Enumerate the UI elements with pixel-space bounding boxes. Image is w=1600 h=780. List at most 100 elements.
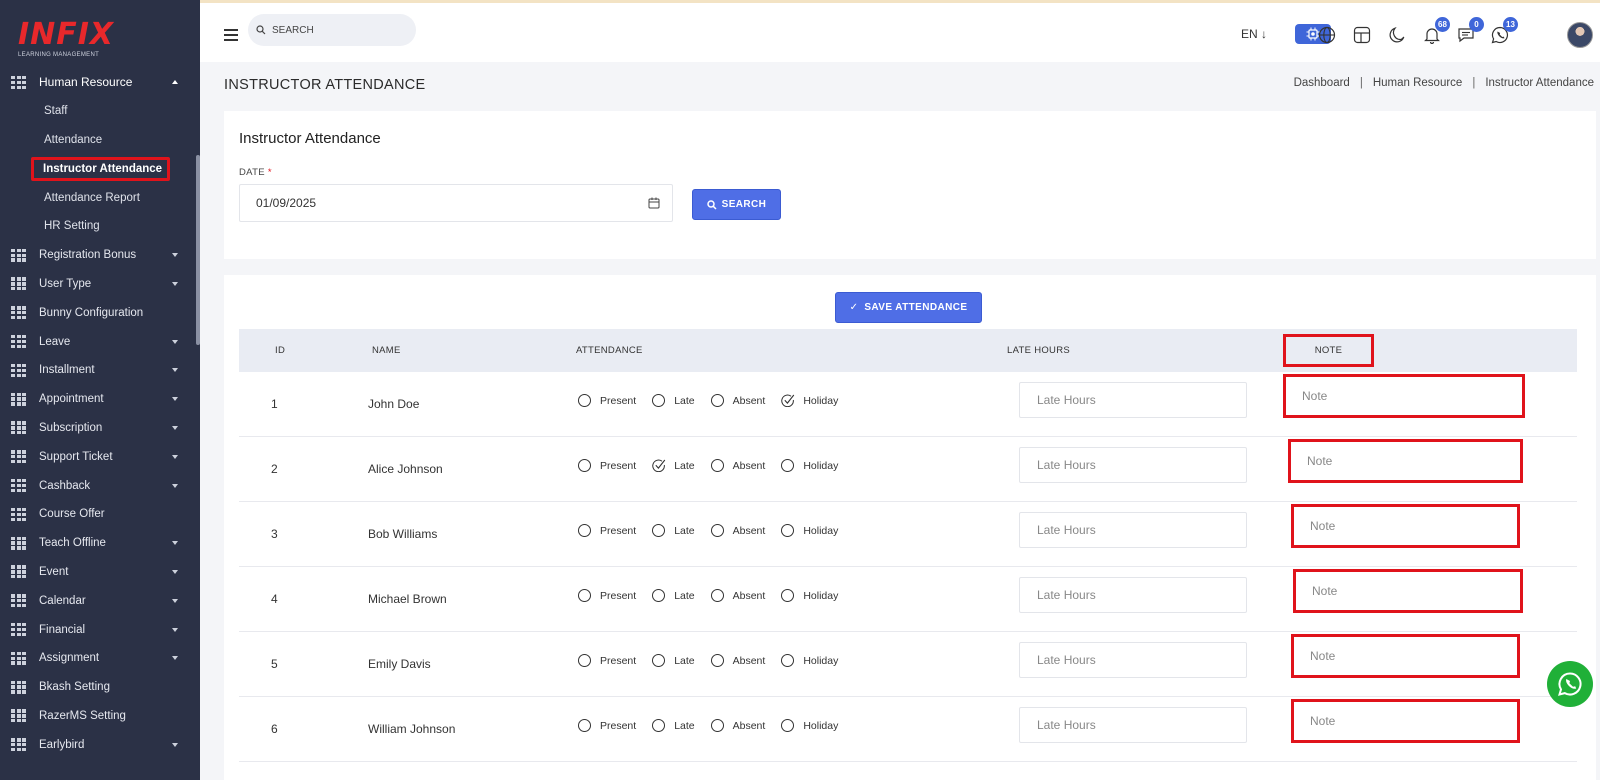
sidebar-subitem-staff[interactable]: Staff: [0, 97, 200, 126]
radio-circle[interactable]: [578, 589, 591, 602]
radio-late[interactable]: Late: [652, 394, 695, 407]
checked-radio-icon[interactable]: [652, 459, 666, 472]
sidebar-subitem-instructor-attendance[interactable]: Instructor Attendance: [0, 154, 200, 183]
late-hours-input[interactable]: Late Hours: [1019, 707, 1247, 743]
radio-holiday[interactable]: Holiday: [781, 719, 838, 732]
sidebar-item-subscription[interactable]: Subscription: [0, 414, 200, 443]
radio-circle[interactable]: [781, 719, 795, 732]
radio-circle[interactable]: [710, 589, 724, 602]
radio-absent[interactable]: Absent: [710, 719, 765, 732]
search-input[interactable]: [272, 24, 402, 36]
radio-present[interactable]: Present: [578, 459, 636, 472]
sidebar-item-calendar[interactable]: Calendar: [0, 586, 200, 615]
sidebar-subitem-hr-setting[interactable]: HR Setting: [0, 212, 200, 241]
radio-present[interactable]: Present: [578, 654, 636, 667]
sidebar-item-support-ticket[interactable]: Support Ticket: [0, 442, 200, 471]
radio-late[interactable]: Late: [652, 524, 695, 537]
radio-holiday[interactable]: Holiday: [781, 524, 838, 537]
radio-circle[interactable]: [781, 589, 795, 602]
radio-circle[interactable]: [781, 459, 795, 472]
sidebar-item-registration-bonus[interactable]: Registration Bonus: [0, 241, 200, 270]
save-attendance-button[interactable]: ✓ SAVE ATTENDANCE: [835, 292, 982, 323]
radio-circle[interactable]: [710, 719, 724, 732]
note-input[interactable]: Note: [1283, 374, 1525, 418]
menu-toggle-icon[interactable]: [224, 29, 238, 41]
radio-late[interactable]: Late: [652, 589, 695, 602]
whatsapp-header-icon[interactable]: 13: [1490, 17, 1518, 45]
sidebar-item-human-resource[interactable]: Human Resource: [0, 68, 200, 97]
sidebar-item-financial[interactable]: Financial: [0, 615, 200, 644]
calendar-icon[interactable]: [648, 197, 660, 209]
user-avatar[interactable]: [1567, 22, 1593, 48]
radio-holiday[interactable]: Holiday: [781, 654, 838, 667]
sidebar-item-user-type[interactable]: User Type: [0, 270, 200, 299]
radio-present[interactable]: Present: [578, 524, 636, 537]
search-button[interactable]: SEARCH: [692, 189, 781, 220]
radio-absent[interactable]: Absent: [710, 459, 765, 472]
radio-late[interactable]: Late: [652, 654, 695, 667]
layout-icon[interactable]: [1352, 25, 1372, 45]
radio-circle[interactable]: [652, 394, 666, 407]
globe-icon[interactable]: [1317, 25, 1337, 45]
sidebar-item-course-offer[interactable]: Course Offer: [0, 500, 200, 529]
radio-absent[interactable]: Absent: [710, 394, 765, 407]
radio-circle[interactable]: [578, 654, 591, 667]
radio-circle[interactable]: [578, 524, 591, 537]
sidebar-item-earlybird[interactable]: Earlybird: [0, 730, 200, 759]
radio-absent[interactable]: Absent: [710, 654, 765, 667]
radio-circle[interactable]: [578, 459, 591, 472]
sidebar-item-leave[interactable]: Leave: [0, 327, 200, 356]
radio-circle[interactable]: [652, 654, 666, 667]
note-input[interactable]: Note: [1291, 634, 1520, 678]
sidebar-item-razerms-setting[interactable]: RazerMS Setting: [0, 702, 200, 731]
checked-radio-icon[interactable]: [781, 394, 795, 407]
radio-circle[interactable]: [578, 719, 591, 732]
chat-icon[interactable]: 0: [1456, 17, 1484, 45]
radio-circle[interactable]: [652, 719, 666, 732]
sidebar-item-appointment[interactable]: Appointment: [0, 385, 200, 414]
radio-absent[interactable]: Absent: [710, 589, 765, 602]
radio-circle[interactable]: [652, 524, 666, 537]
moon-icon[interactable]: [1387, 25, 1407, 45]
radio-circle[interactable]: [578, 394, 591, 407]
radio-absent[interactable]: Absent: [710, 524, 765, 537]
radio-present[interactable]: Present: [578, 719, 636, 732]
radio-present[interactable]: Present: [578, 589, 636, 602]
note-input[interactable]: Note: [1288, 439, 1523, 483]
late-hours-input[interactable]: Late Hours: [1019, 382, 1247, 418]
radio-present[interactable]: Present: [578, 394, 636, 407]
sidebar-item-bunny-configuration[interactable]: Bunny Configuration: [0, 298, 200, 327]
sidebar-subitem-attendance-report[interactable]: Attendance Report: [0, 183, 200, 212]
radio-late[interactable]: Late: [652, 719, 695, 732]
note-input[interactable]: Note: [1291, 699, 1520, 743]
sidebar-item-cashback[interactable]: Cashback: [0, 471, 200, 500]
language-selector[interactable]: EN ↓: [1241, 27, 1267, 41]
radio-circle[interactable]: [781, 654, 795, 667]
date-picker-field[interactable]: 01/09/2025: [239, 184, 673, 222]
sidebar-item-teach-offline[interactable]: Teach Offline: [0, 529, 200, 558]
radio-circle[interactable]: [710, 394, 724, 407]
late-hours-input[interactable]: Late Hours: [1019, 447, 1247, 483]
breadcrumb-human-resource[interactable]: Human Resource: [1373, 77, 1462, 89]
radio-circle[interactable]: [710, 524, 724, 537]
radio-holiday[interactable]: Holiday: [781, 459, 838, 472]
sidebar-subitem-attendance[interactable]: Attendance: [0, 126, 200, 155]
app-logo[interactable]: INFIX LEARNING MANAGEMENT: [0, 0, 200, 68]
notification-bell-icon[interactable]: 68: [1422, 17, 1450, 45]
radio-holiday[interactable]: Holiday: [781, 589, 838, 602]
late-hours-input[interactable]: Late Hours: [1019, 577, 1247, 613]
radio-circle[interactable]: [710, 459, 724, 472]
sidebar-item-installment[interactable]: Installment: [0, 356, 200, 385]
radio-late[interactable]: Late: [652, 459, 695, 472]
late-hours-input[interactable]: Late Hours: [1019, 512, 1247, 548]
search-bar[interactable]: [248, 14, 416, 46]
radio-holiday[interactable]: Holiday: [781, 394, 838, 407]
sidebar-item-assignment[interactable]: Assignment: [0, 644, 200, 673]
sidebar-item-event[interactable]: Event: [0, 558, 200, 587]
note-input[interactable]: Note: [1293, 569, 1523, 613]
radio-circle[interactable]: [652, 589, 666, 602]
breadcrumb-dashboard[interactable]: Dashboard: [1294, 77, 1350, 89]
radio-circle[interactable]: [710, 654, 724, 667]
sidebar-item-bkash-setting[interactable]: Bkash Setting: [0, 673, 200, 702]
radio-circle[interactable]: [781, 524, 795, 537]
